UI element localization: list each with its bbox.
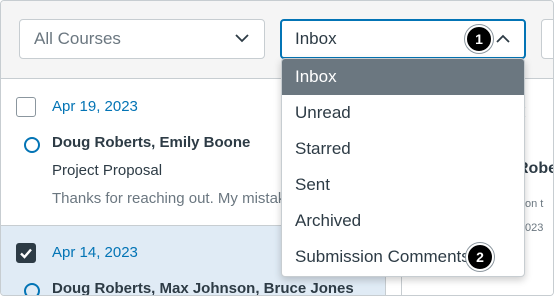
course-filter-value: All Courses xyxy=(34,29,121,48)
preview-date: 023 xyxy=(525,222,544,234)
select-conversation-checkbox[interactable] xyxy=(16,97,36,117)
course-filter-select[interactable]: All Courses xyxy=(19,19,265,59)
menu-item-sent[interactable]: Sent xyxy=(282,167,524,203)
conversation-subject: Project Proposal xyxy=(52,162,163,179)
callout-badge-2: 2 xyxy=(466,243,494,271)
select-conversation-checkbox[interactable] xyxy=(16,243,36,263)
chevron-down-icon xyxy=(234,20,250,58)
conversation-date: Apr 14, 2023 xyxy=(52,244,138,261)
inbox-window: All Courses Inbox Apr 19, 2023 Doug Robe… xyxy=(0,0,554,296)
menu-item-inbox[interactable]: Inbox xyxy=(282,59,524,95)
conversation-preview: Thanks for reaching out. My mistake l xyxy=(52,190,302,207)
search-field-edge[interactable] xyxy=(541,19,553,59)
conversation-participants: Doug Roberts, Emily Boone xyxy=(52,134,251,151)
menu-item-archived[interactable]: Archived xyxy=(282,203,524,239)
mailbox-dropdown-menu: Inbox Unread Starred Sent Archived Submi… xyxy=(281,58,525,277)
checkmark-icon xyxy=(20,248,32,259)
callout-badge-1: 1 xyxy=(465,25,493,53)
menu-item-starred[interactable]: Starred xyxy=(282,131,524,167)
unread-indicator-icon[interactable] xyxy=(24,137,40,153)
mailbox-filter-value: Inbox xyxy=(295,29,337,48)
preview-recipients: on t xyxy=(525,198,544,210)
chevron-up-icon xyxy=(495,21,511,57)
conversation-date: Apr 19, 2023 xyxy=(52,98,138,115)
conversation-participants: Doug Roberts, Max Johnson, Bruce Jones xyxy=(52,280,354,296)
menu-item-unread[interactable]: Unread xyxy=(282,95,524,131)
unread-indicator-icon[interactable] xyxy=(24,283,40,295)
